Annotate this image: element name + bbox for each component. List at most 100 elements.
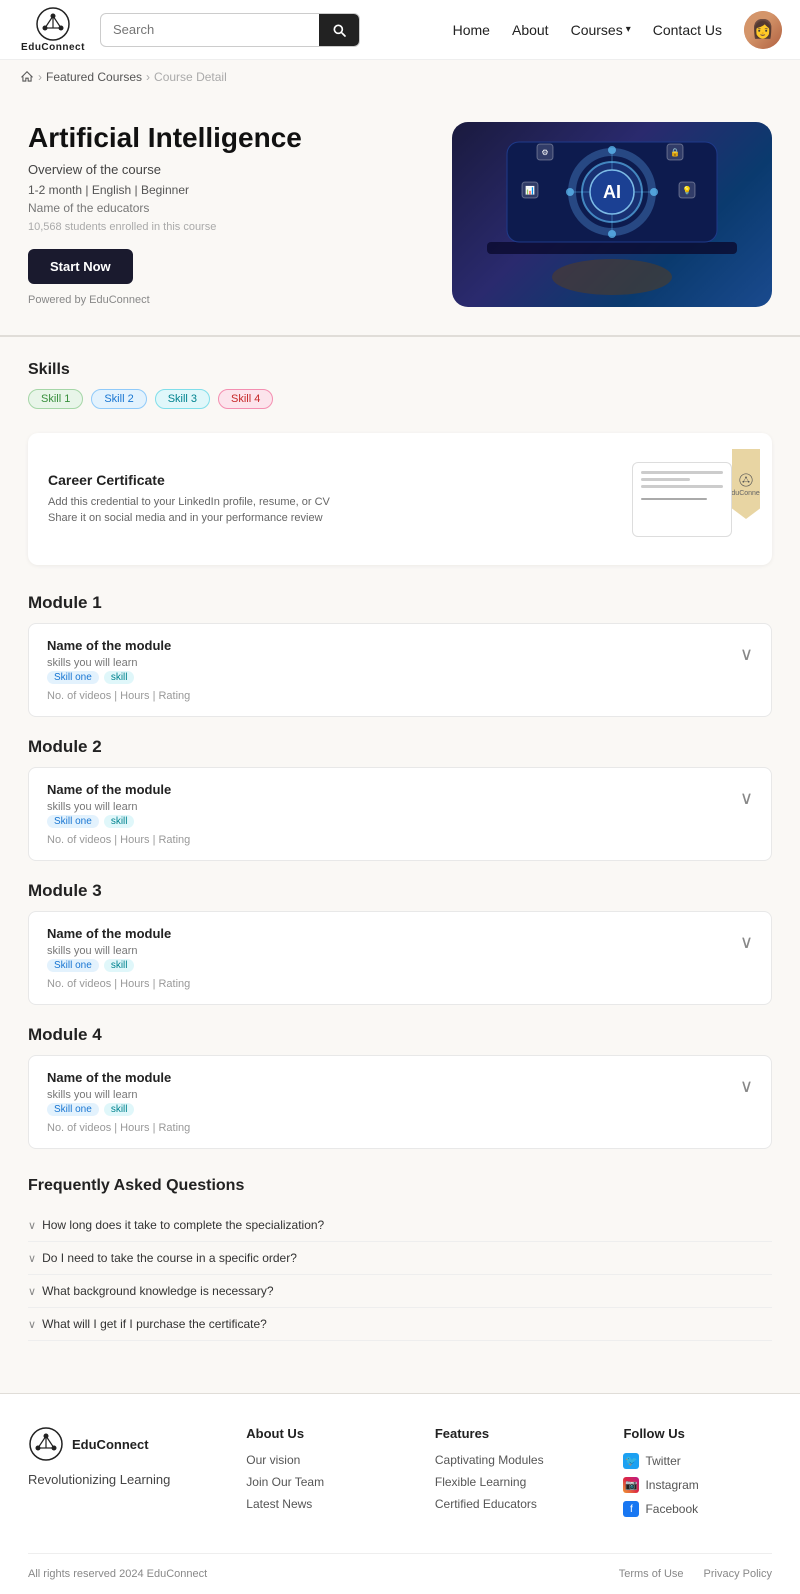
module-3-chevron-icon: ∨	[740, 932, 753, 953]
footer-bottom: All rights reserved 2024 EduConnect Term…	[28, 1554, 772, 1594]
skill-tag-1: Skill 1	[28, 389, 83, 409]
module-2-skill-tag-2: skill	[104, 815, 135, 828]
footer-bottom-links: Terms of Use Privacy Policy	[619, 1568, 772, 1580]
footer-top: EduConnect Revolutionizing Learning Abou…	[28, 1426, 772, 1554]
faq-chevron-3: ∨	[28, 1285, 36, 1298]
footer-about-link-1[interactable]: Our vision	[246, 1453, 395, 1467]
module-2-card-title: Name of the module	[47, 782, 740, 797]
faq-question-4: What will I get if I purchase the certif…	[42, 1317, 267, 1331]
faq-item-4[interactable]: ∨ What will I get if I purchase the cert…	[28, 1308, 772, 1341]
navbar: EduConnect Home About Courses ▾ Contact …	[0, 0, 800, 60]
module-4-skills-label: skills you will learn	[47, 1089, 740, 1101]
faq-chevron-4: ∨	[28, 1318, 36, 1331]
footer-facebook-link[interactable]: f Facebook	[623, 1501, 772, 1517]
module-4-card[interactable]: Name of the module skills you will learn…	[28, 1055, 772, 1149]
home-icon	[20, 70, 34, 84]
footer-about-link-3[interactable]: Latest News	[246, 1497, 395, 1511]
module-4-section: Module 4 Name of the module skills you w…	[28, 1025, 772, 1149]
footer-about-title: About Us	[246, 1426, 395, 1441]
module-1-skill-tag-1: Skill one	[47, 671, 99, 684]
module-2-skills-label: skills you will learn	[47, 801, 740, 813]
breadcrumb-separator-1: ›	[38, 70, 42, 84]
nav-contact[interactable]: Contact Us	[653, 22, 722, 38]
breadcrumb-current: Course Detail	[154, 70, 227, 84]
module-2-skill-tag-1: Skill one	[47, 815, 99, 828]
search-input[interactable]	[101, 15, 319, 44]
certificate-line1: Add this credential to your LinkedIn pro…	[48, 494, 330, 511]
faq-section: Frequently Asked Questions ∨ How long do…	[28, 1177, 772, 1341]
module-3-card[interactable]: Name of the module skills you will learn…	[28, 911, 772, 1005]
search-icon	[331, 22, 347, 38]
module-4-card-title: Name of the module	[47, 1070, 740, 1085]
module-2-card[interactable]: Name of the module skills you will learn…	[28, 767, 772, 861]
module-2-meta: No. of videos | Hours | Rating	[47, 834, 740, 846]
facebook-label: Facebook	[645, 1502, 698, 1516]
module-2-title: Module 2	[28, 737, 772, 757]
hero-section: Artificial Intelligence Overview of the …	[0, 94, 800, 337]
course-subtitle: Overview of the course	[28, 162, 428, 177]
privacy-policy-link[interactable]: Privacy Policy	[704, 1568, 772, 1580]
footer-instagram-link[interactable]: 📷 Instagram	[623, 1477, 772, 1493]
faq-item-2[interactable]: ∨ Do I need to take the course in a spec…	[28, 1242, 772, 1275]
faq-question-3: What background knowledge is necessary?	[42, 1284, 273, 1298]
faq-item-3[interactable]: ∨ What background knowledge is necessary…	[28, 1275, 772, 1308]
module-1-title: Module 1	[28, 593, 772, 613]
footer-tagline: Revolutionizing Learning	[28, 1472, 206, 1487]
module-1-skill-tag-2: skill	[104, 671, 135, 684]
module-1-card-title: Name of the module	[47, 638, 740, 653]
cert-bottom-line	[641, 498, 707, 500]
breadcrumb-separator-2: ›	[146, 70, 150, 84]
footer: EduConnect Revolutionizing Learning Abou…	[0, 1393, 800, 1594]
footer-logo-text: EduConnect	[72, 1437, 149, 1452]
faq-item-1[interactable]: ∨ How long does it take to complete the …	[28, 1209, 772, 1242]
nav-home[interactable]: Home	[453, 22, 490, 38]
nav-courses[interactable]: Courses ▾	[571, 22, 631, 38]
svg-text:🔒: 🔒	[670, 148, 680, 157]
module-2-section: Module 2 Name of the module skills you w…	[28, 737, 772, 861]
faq-chevron-2: ∨	[28, 1252, 36, 1265]
cert-line-2	[641, 478, 690, 481]
module-3-skill-tag-1: Skill one	[47, 959, 99, 972]
footer-brand: EduConnect Revolutionizing Learning	[28, 1426, 206, 1525]
footer-features-link-2[interactable]: Flexible Learning	[435, 1475, 584, 1489]
logo-icon	[35, 6, 71, 42]
faq-chevron-1: ∨	[28, 1219, 36, 1232]
skills-section-title: Skills	[28, 361, 772, 379]
user-avatar-img: 👩	[744, 11, 782, 49]
skill-tag-4: Skill 4	[218, 389, 273, 409]
skill-tag-2: Skill 2	[91, 389, 146, 409]
footer-about-link-2[interactable]: Join Our Team	[246, 1475, 395, 1489]
powered-by: Powered by EduConnect	[28, 294, 428, 306]
module-3-section: Module 3 Name of the module skills you w…	[28, 881, 772, 1005]
footer-features-col: Features Captivating Modules Flexible Le…	[435, 1426, 584, 1525]
chevron-down-icon: ▾	[626, 24, 631, 35]
main-content: Skills Skill 1 Skill 2 Skill 3 Skill 4 C…	[0, 337, 800, 1393]
nav-links: Home About Courses ▾ Contact Us	[453, 22, 722, 38]
search-bar	[100, 13, 360, 47]
start-now-button[interactable]: Start Now	[28, 249, 133, 284]
twitter-label: Twitter	[645, 1454, 680, 1468]
search-button[interactable]	[319, 14, 359, 46]
module-4-title: Module 4	[28, 1025, 772, 1045]
cert-line-3	[641, 485, 723, 488]
terms-of-use-link[interactable]: Terms of Use	[619, 1568, 684, 1580]
footer-features-link-3[interactable]: Certified Educators	[435, 1497, 584, 1511]
footer-twitter-link[interactable]: 🐦 Twitter	[623, 1453, 772, 1469]
hero-content: Artificial Intelligence Overview of the …	[28, 122, 428, 306]
module-1-card[interactable]: Name of the module skills you will learn…	[28, 623, 772, 717]
footer-features-link-1[interactable]: Captivating Modules	[435, 1453, 584, 1467]
breadcrumb-featured[interactable]: Featured Courses	[46, 70, 142, 84]
course-educators: Name of the educators	[28, 201, 428, 215]
footer-logo-icon	[28, 1426, 64, 1462]
module-1-meta: No. of videos | Hours | Rating	[47, 690, 740, 702]
module-3-skills-label: skills you will learn	[47, 945, 740, 957]
nav-about[interactable]: About	[512, 22, 549, 38]
module-3-skill-tag-2: skill	[104, 959, 135, 972]
module-1-section: Module 1 Name of the module skills you w…	[28, 593, 772, 717]
footer-social-col: Follow Us 🐦 Twitter 📷 Instagram f Facebo…	[623, 1426, 772, 1525]
logo[interactable]: EduConnect	[18, 6, 88, 53]
avatar[interactable]: 👩	[744, 11, 782, 49]
faq-question-1: How long does it take to complete the sp…	[42, 1218, 324, 1232]
footer-logo-area: EduConnect	[28, 1426, 206, 1462]
module-1-skills-label: skills you will learn	[47, 657, 740, 669]
